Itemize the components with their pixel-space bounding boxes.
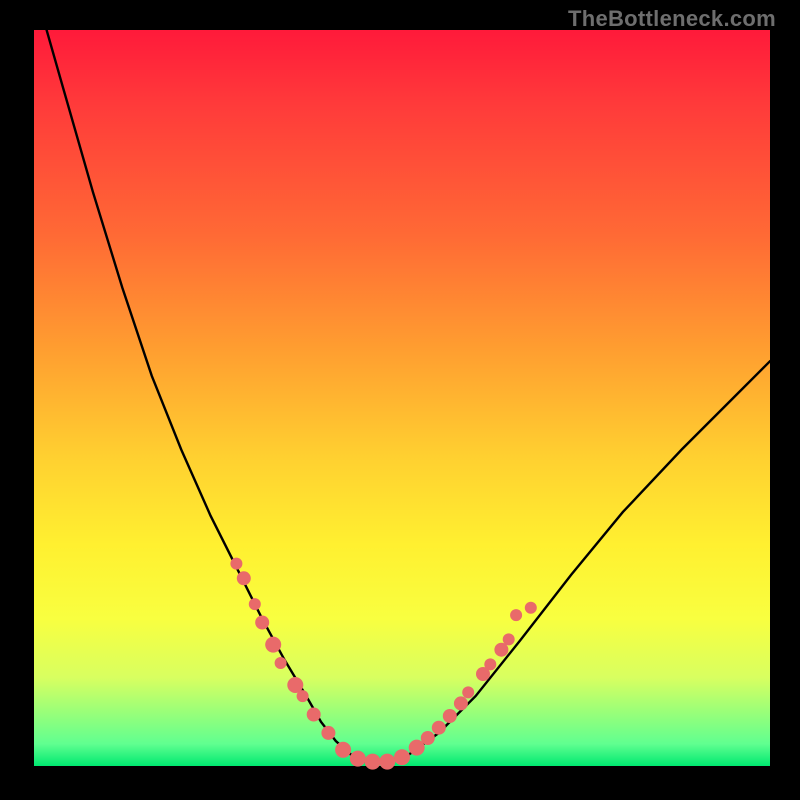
data-point [525,602,537,614]
data-point [335,742,351,758]
curve-series [34,0,770,762]
data-point [454,696,468,710]
data-point [443,709,457,723]
data-point [230,558,242,570]
data-point [432,721,446,735]
data-points [230,558,536,770]
data-point [365,754,381,770]
data-point [350,751,366,767]
data-point [510,609,522,621]
data-point [394,749,410,765]
data-point [462,686,474,698]
data-point [275,657,287,669]
data-point [249,598,261,610]
bottleneck-curve-path [34,0,770,762]
data-point [484,658,496,670]
data-point [503,633,515,645]
data-point [421,731,435,745]
data-point [379,754,395,770]
bottleneck-chart [0,0,800,800]
data-point [237,571,251,585]
data-point [255,616,269,630]
data-point [297,690,309,702]
data-point [307,708,321,722]
data-point [265,637,281,653]
data-point [321,726,335,740]
